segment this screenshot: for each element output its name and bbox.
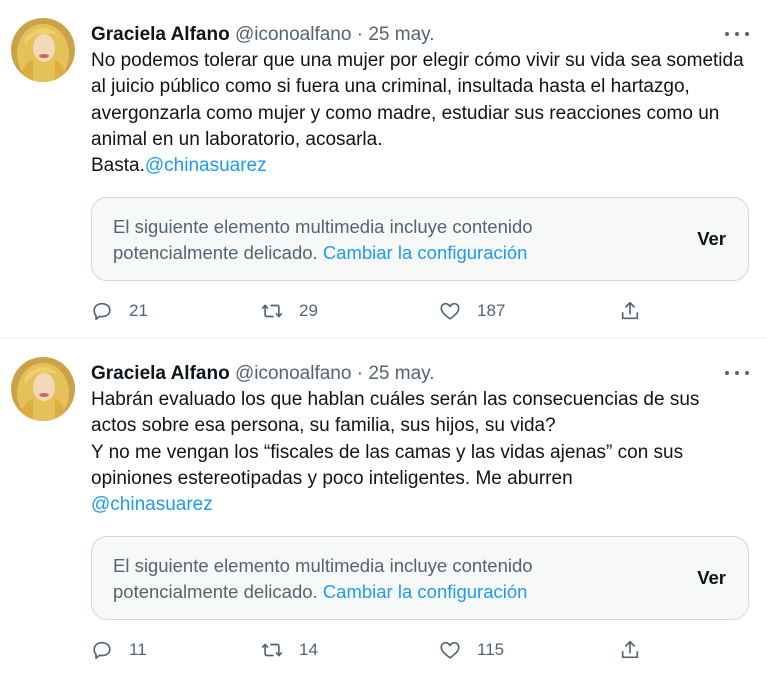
action-bar: 11 14 115 <box>91 637 651 663</box>
change-settings-link[interactable]: Cambiar la configuración <box>323 242 528 263</box>
more-dots-icon[interactable] <box>725 363 749 383</box>
author-name[interactable]: Graciela Alfano <box>91 24 230 45</box>
author-handle[interactable]: @iconoalfano <box>235 363 351 384</box>
tweet[interactable]: Graciela Alfano @iconoalfano · 25 may. N… <box>0 0 767 339</box>
share-button[interactable] <box>619 637 641 663</box>
more-dots-icon[interactable] <box>725 24 749 44</box>
sensitive-media-notice: El siguiente elemento multimedia incluye… <box>91 197 749 281</box>
separator: · <box>356 363 364 384</box>
tweet-text: No podemos tolerar que una mujer por ele… <box>91 48 749 179</box>
mention-link[interactable]: @chinasuarez <box>91 494 213 515</box>
mention-link[interactable]: @chinasuarez <box>145 155 267 176</box>
reply-button[interactable]: 21 <box>91 298 148 324</box>
reply-icon <box>93 641 111 660</box>
separator: · <box>356 24 364 45</box>
tweet-text: Habrán evaluado los que hablan cuáles se… <box>91 387 749 518</box>
reply-count: 11 <box>129 640 147 659</box>
sensitive-message: El siguiente elemento multimedia incluye… <box>113 214 583 266</box>
tweet-header: Graciela Alfano @iconoalfano · 25 may. <box>91 361 435 387</box>
tweet-paragraph: Y no me vengan los “fiscales de las cama… <box>91 441 684 489</box>
share-icon <box>621 640 639 659</box>
closing-text: Basta. <box>91 155 145 177</box>
view-button[interactable]: Ver <box>697 228 726 250</box>
retweet-icon <box>261 304 283 318</box>
avatar-image <box>11 18 75 82</box>
tweet-date[interactable]: 25 may. <box>368 24 434 45</box>
sensitive-message: El siguiente elemento multimedia incluye… <box>113 553 583 605</box>
retweet-count: 14 <box>299 640 318 659</box>
reply-icon <box>93 302 111 321</box>
retweet-count: 29 <box>299 301 318 320</box>
reply-button[interactable]: 11 <box>91 637 147 663</box>
retweet-button[interactable]: 14 <box>261 637 318 663</box>
avatar[interactable] <box>11 18 75 82</box>
heart-icon <box>440 641 460 659</box>
tweet-date[interactable]: 25 may. <box>368 363 434 384</box>
sensitive-media-notice: El siguiente elemento multimedia incluye… <box>91 536 749 620</box>
tweet-paragraph: @chinasuarez <box>91 492 749 518</box>
share-button[interactable] <box>619 298 641 324</box>
retweet-icon <box>261 643 283 657</box>
change-settings-link[interactable]: Cambiar la configuración <box>323 581 528 602</box>
tweet-paragraph: Habrán evaluado los que hablan cuáles se… <box>91 389 700 437</box>
author-handle[interactable]: @iconoalfano <box>235 24 351 45</box>
like-button[interactable]: 187 <box>439 298 505 324</box>
avatar[interactable] <box>11 357 75 421</box>
tweet[interactable]: Graciela Alfano @iconoalfano · 25 may. H… <box>0 339 767 678</box>
retweet-button[interactable]: 29 <box>261 298 318 324</box>
view-button[interactable]: Ver <box>697 567 726 589</box>
action-bar: 21 29 187 <box>91 298 651 324</box>
tweet-paragraph: Basta.@chinasuarez <box>91 153 749 179</box>
avatar-image <box>11 357 75 421</box>
author-name[interactable]: Graciela Alfano <box>91 363 230 384</box>
like-count: 187 <box>477 301 506 320</box>
like-button[interactable]: 115 <box>439 637 504 663</box>
tweet-paragraph: No podemos tolerar que una mujer por ele… <box>91 50 744 150</box>
share-icon <box>621 301 639 320</box>
reply-count: 21 <box>129 301 148 320</box>
like-count: 115 <box>477 640 505 659</box>
tweet-header: Graciela Alfano @iconoalfano · 25 may. <box>91 22 435 48</box>
heart-icon <box>440 302 460 320</box>
